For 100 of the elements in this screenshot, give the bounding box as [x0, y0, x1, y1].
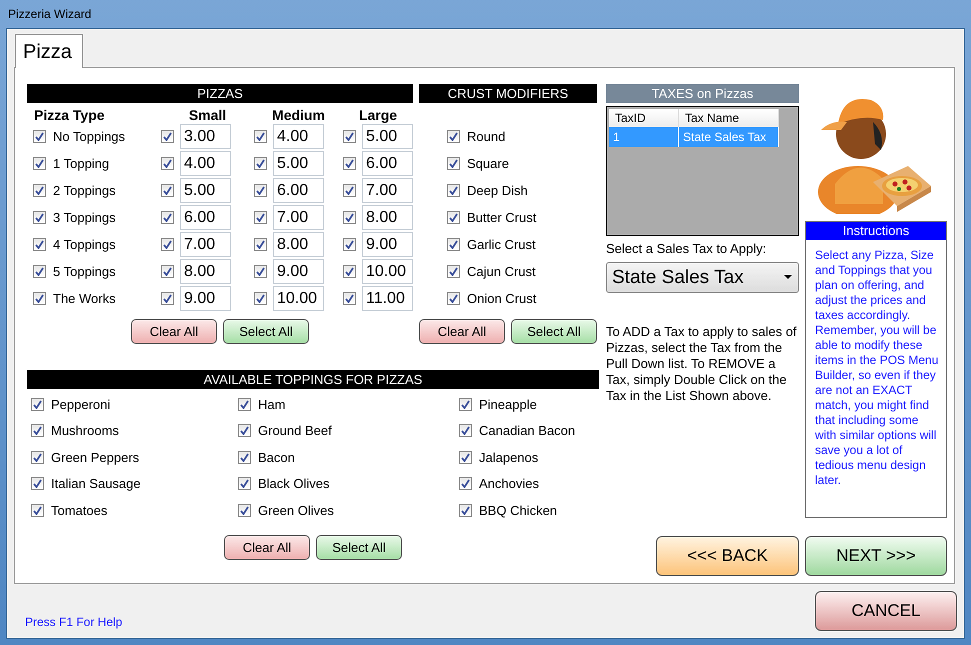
price-field[interactable]: 7.00 [362, 178, 413, 203]
checkbox[interactable] [161, 211, 174, 224]
checkbox[interactable] [238, 424, 251, 438]
checkbox[interactable] [33, 292, 46, 305]
checkbox[interactable] [459, 450, 472, 464]
topping-label: Ground Beef [258, 423, 332, 438]
checkbox[interactable] [254, 130, 267, 143]
checkbox[interactable] [238, 504, 251, 517]
help-hint: Press F1 For Help [25, 615, 122, 629]
checkbox[interactable] [161, 184, 174, 197]
checkbox[interactable] [343, 238, 356, 251]
select-all-button[interactable]: Select All [511, 319, 597, 344]
select-all-button[interactable]: Select All [223, 319, 309, 344]
clear-all-button[interactable]: Clear All [419, 319, 505, 344]
checkbox[interactable] [343, 292, 356, 305]
checkbox[interactable] [161, 130, 174, 143]
checkbox[interactable] [33, 238, 46, 251]
pizza-type-label: 4 Toppings [53, 237, 116, 252]
checkbox[interactable] [31, 398, 44, 411]
checkbox[interactable] [33, 157, 46, 170]
price-field[interactable]: 10.00 [273, 286, 324, 311]
checkbox[interactable] [447, 157, 460, 170]
price-field[interactable]: 4.00 [273, 124, 324, 149]
price-field[interactable]: 5.00 [273, 151, 324, 176]
tab[interactable]: Pizza [15, 34, 83, 68]
checkbox[interactable] [238, 450, 251, 464]
price-field[interactable]: 6.00 [273, 178, 324, 203]
checkbox[interactable] [161, 157, 174, 170]
crust-label: Round [467, 129, 506, 144]
checkbox[interactable] [343, 184, 356, 197]
price-field[interactable]: 8.00 [180, 259, 231, 284]
crust-label: Butter Crust [467, 210, 536, 225]
checkbox[interactable] [254, 265, 267, 278]
price-field[interactable]: 3.00 [180, 124, 231, 149]
topping-label: Anchovies [479, 476, 539, 492]
checkbox[interactable] [459, 424, 472, 438]
checkbox[interactable] [459, 477, 472, 490]
price-field[interactable]: 9.00 [180, 286, 231, 311]
caret-icon [784, 275, 792, 280]
checkbox[interactable] [447, 265, 460, 278]
price-field[interactable]: 5.00 [362, 124, 413, 149]
clear-all-button[interactable]: Clear All [131, 319, 217, 344]
checkbox[interactable] [33, 211, 46, 224]
checkbox[interactable] [459, 398, 472, 411]
pizza-type-label: 1 Topping [53, 156, 110, 171]
topping-label: Black Olives [258, 476, 330, 492]
tax-dropdown[interactable]: State Sales Tax [606, 262, 799, 293]
checkbox[interactable] [447, 130, 460, 143]
crust-label: Cajun Crust [467, 264, 536, 279]
checkbox[interactable] [343, 130, 356, 143]
price-field[interactable]: 7.00 [273, 205, 324, 230]
checkbox[interactable] [31, 450, 44, 464]
checkbox[interactable] [459, 504, 472, 517]
checkbox[interactable] [161, 238, 174, 251]
clear-all-button[interactable]: Clear All [224, 534, 310, 560]
checkbox[interactable] [343, 157, 356, 170]
checkbox[interactable] [254, 238, 267, 251]
checkbox[interactable] [254, 184, 267, 197]
price-field[interactable]: 6.00 [180, 205, 231, 230]
checkbox[interactable] [447, 292, 460, 305]
price-field[interactable]: 9.00 [273, 259, 324, 284]
checkbox[interactable] [31, 424, 44, 438]
checkbox[interactable] [33, 184, 46, 197]
checkbox[interactable] [447, 211, 460, 224]
column-header: Medium [272, 107, 325, 123]
price-field[interactable]: 8.00 [362, 205, 413, 230]
instructions-header: Instructions [806, 222, 946, 240]
checkbox[interactable] [238, 398, 251, 411]
checkbox[interactable] [31, 477, 44, 490]
checkbox[interactable] [31, 504, 44, 517]
price-field[interactable]: 11.00 [362, 286, 413, 311]
price-field[interactable]: 4.00 [180, 151, 231, 176]
cancel-button[interactable]: CANCEL [815, 591, 957, 631]
price-field[interactable]: 7.00 [180, 232, 231, 257]
checkbox[interactable] [33, 130, 46, 143]
checkbox[interactable] [161, 265, 174, 278]
column-header: Large [358, 107, 398, 123]
next-button[interactable]: NEXT >>> [805, 536, 947, 576]
checkbox[interactable] [447, 238, 460, 251]
help-text: To ADD a Tax to apply to sales of Pizzas, select the Tax from the Pull Down list. To REMOVE a Tax, simply Double Click on the Tax in the List Shown above. [606, 324, 798, 404]
pizza-type-label: 2 Toppings [53, 183, 116, 198]
checkbox[interactable] [343, 265, 356, 278]
tax-list[interactable]: TaxID Tax Name 1 State Sales Tax [606, 106, 799, 236]
checkbox[interactable] [161, 292, 174, 305]
checkbox[interactable] [343, 211, 356, 224]
checkbox[interactable] [447, 184, 460, 197]
price-field[interactable]: 5.00 [180, 178, 231, 203]
price-field[interactable]: 9.00 [362, 232, 413, 257]
price-field[interactable]: 6.00 [362, 151, 413, 176]
checkbox[interactable] [33, 265, 46, 278]
price-field[interactable]: 10.00 [362, 259, 413, 284]
price-field[interactable]: 8.00 [273, 232, 324, 257]
checkbox[interactable] [254, 292, 267, 305]
pizza-type-label: No Toppings [53, 129, 126, 144]
checkbox[interactable] [238, 477, 251, 490]
select-all-button[interactable]: Select All [316, 534, 402, 560]
back-button[interactable]: <<< BACK [656, 536, 799, 576]
topping-label: Green Peppers [51, 450, 140, 465]
checkbox[interactable] [254, 211, 267, 224]
checkbox[interactable] [254, 157, 267, 170]
